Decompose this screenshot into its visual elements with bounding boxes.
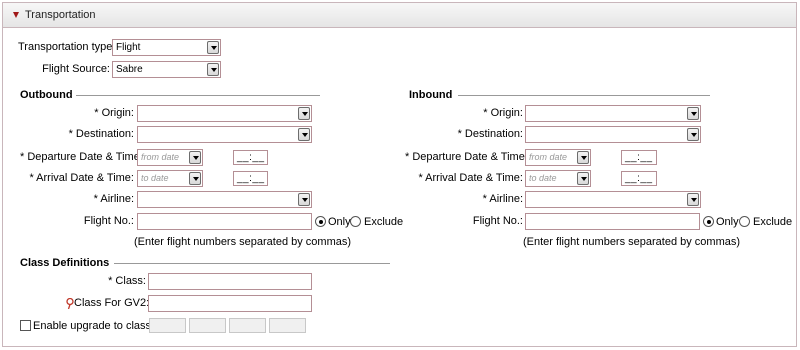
inbound-departure-time[interactable]: __:__ [621, 150, 657, 165]
panel-header[interactable]: Transportation [3, 3, 796, 28]
outbound-arrival-date[interactable]: to date [137, 170, 203, 187]
inbound-exclude-radio[interactable] [739, 216, 750, 227]
inbound-divider [458, 95, 710, 96]
chevron-down-icon[interactable] [207, 41, 219, 54]
outbound-airline-select[interactable] [137, 191, 312, 208]
outbound-exclude-label[interactable]: Exclude [364, 215, 403, 229]
upgrade-class-box [189, 318, 226, 333]
outbound-destination-select[interactable] [137, 126, 312, 143]
upgrade-class-box [269, 318, 306, 333]
outbound-flight-no-label: Flight No.: [83, 215, 134, 227]
outbound-origin-label: * Origin: [94, 107, 134, 119]
inbound-title: Inbound [409, 89, 453, 101]
outbound-arrival-date-placeholder: to date [141, 173, 169, 183]
inbound-airline-label: * Airline: [482, 193, 523, 205]
chevron-down-icon[interactable] [687, 107, 699, 120]
outbound-departure-label: * Departure Date & Time: [20, 151, 143, 163]
inbound-arrival-time[interactable]: __:__ [621, 171, 657, 186]
outbound-arrival-time[interactable]: __:__ [233, 171, 268, 186]
inbound-origin-label: * Origin: [483, 107, 523, 119]
outbound-origin-select[interactable] [137, 105, 312, 122]
inbound-flight-no-input[interactable] [525, 213, 700, 230]
inbound-flight-no-label: Flight No.: [472, 215, 523, 227]
outbound-arrival-label: * Arrival Date & Time: [29, 172, 134, 184]
inbound-arrival-label: * Arrival Date & Time: [418, 172, 523, 184]
chevron-down-icon[interactable] [577, 172, 589, 185]
flight-source-value: Sabre [116, 64, 143, 75]
chevron-down-icon[interactable] [298, 193, 310, 206]
chevron-down-icon[interactable] [189, 172, 201, 185]
inbound-arrival-date[interactable]: to date [525, 170, 591, 187]
outbound-only-label[interactable]: Only [328, 215, 351, 229]
inbound-only-label[interactable]: Only [716, 215, 739, 229]
outbound-exclude-radio[interactable] [350, 216, 361, 227]
transport-type-label: Transportation type: [18, 41, 116, 53]
class-gv2-label: Class For GV2: [74, 297, 150, 309]
inbound-exclude-label[interactable]: Exclude [753, 215, 792, 229]
inbound-destination-label: * Destination: [457, 128, 523, 140]
pin-icon [66, 298, 74, 309]
inbound-hint: (Enter flight numbers separated by comma… [523, 236, 741, 248]
flight-source-select[interactable]: Sabre [112, 61, 221, 78]
outbound-departure-date-placeholder: from date [141, 152, 180, 162]
chevron-down-icon[interactable] [207, 63, 219, 76]
outbound-departure-date[interactable]: from date [137, 149, 203, 166]
class-definitions-divider [114, 263, 390, 264]
inbound-departure-date[interactable]: from date [525, 149, 591, 166]
triangle-down-icon[interactable] [13, 12, 19, 18]
chevron-down-icon[interactable] [298, 128, 310, 141]
upgrade-class-box [149, 318, 186, 333]
class-definitions-title: Class Definitions [20, 257, 110, 269]
inbound-origin-select[interactable] [525, 105, 701, 122]
outbound-destination-label: * Destination: [68, 128, 134, 140]
outbound-only-radio[interactable] [315, 216, 326, 227]
inbound-only-radio[interactable] [703, 216, 714, 227]
inbound-airline-select[interactable] [525, 191, 701, 208]
flight-source-label: Flight Source: [42, 63, 110, 75]
outbound-title: Outbound [20, 89, 73, 101]
chevron-down-icon[interactable] [687, 128, 699, 141]
class-input[interactable] [148, 273, 312, 290]
transport-type-value: Flight [116, 42, 141, 53]
inbound-departure-label: * Departure Date & Time: [405, 151, 528, 163]
chevron-down-icon[interactable] [577, 151, 589, 164]
inbound-destination-select[interactable] [525, 126, 701, 143]
class-label: * Class: [108, 275, 146, 287]
chevron-down-icon[interactable] [687, 193, 699, 206]
chevron-down-icon[interactable] [298, 107, 310, 120]
panel-title: Transportation [25, 9, 96, 21]
transport-type-select[interactable]: Flight [112, 39, 221, 56]
class-gv2-input[interactable] [148, 295, 312, 312]
inbound-departure-date-placeholder: from date [529, 152, 568, 162]
enable-upgrade-checkbox[interactable] [20, 320, 31, 331]
outbound-flight-no-input[interactable] [137, 213, 312, 230]
outbound-departure-time[interactable]: __:__ [233, 150, 268, 165]
outbound-hint: (Enter flight numbers separated by comma… [134, 236, 352, 248]
outbound-airline-label: * Airline: [93, 193, 134, 205]
inbound-arrival-date-placeholder: to date [529, 173, 557, 183]
enable-upgrade-label[interactable]: Enable upgrade to class [33, 319, 151, 333]
outbound-divider [76, 95, 320, 96]
upgrade-class-box [229, 318, 266, 333]
chevron-down-icon[interactable] [189, 151, 201, 164]
